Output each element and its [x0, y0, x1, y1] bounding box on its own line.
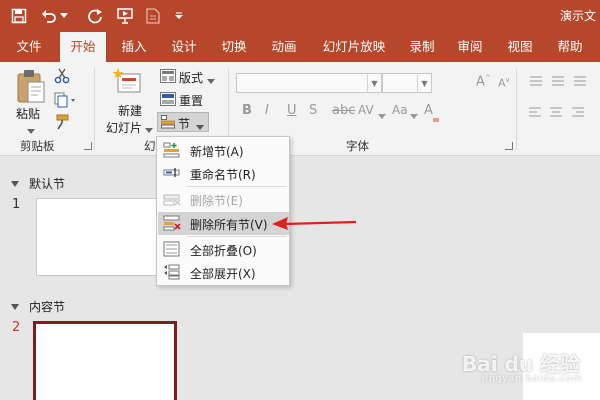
expand-all-icon [163, 264, 181, 280]
tab-animations[interactable]: 动画 [262, 32, 306, 62]
menu-item-expand-all[interactable]: 全部展开(X) [158, 261, 289, 284]
menu-item-label: 新增节(A) [190, 145, 244, 159]
tab-file[interactable]: 文件 [6, 32, 52, 62]
slide-number: 2 [12, 320, 21, 335]
menu-item-collapse-all[interactable]: 全部折叠(O) [158, 238, 289, 261]
italic-button[interactable]: I [265, 103, 269, 118]
shadow-button[interactable]: S [309, 103, 317, 118]
char-spacing-button[interactable]: AV [358, 103, 374, 117]
section-label: 节 [178, 117, 191, 131]
layout-dropdown-icon[interactable] [207, 74, 215, 84]
tab-transitions[interactable]: 切换 [212, 32, 256, 62]
tab-insert[interactable]: 插入 [112, 32, 156, 62]
menu-item-rename-section[interactable]: 重命名节(R) [158, 162, 289, 185]
strikethrough-icon[interactable]: abc [332, 103, 355, 118]
tab-record[interactable]: 录制 [400, 32, 444, 62]
annotation-arrow-icon [272, 217, 357, 230]
format-painter-icon[interactable] [54, 114, 70, 130]
char-spacing-dropdown-icon[interactable] [378, 109, 386, 119]
paste-dropdown-icon[interactable] [27, 124, 35, 134]
clipboard-launcher-icon[interactable] [84, 142, 92, 150]
font-group-label: 字体 [346, 139, 369, 153]
change-case-dropdown-icon[interactable] [410, 109, 418, 119]
undo-dropdown-icon[interactable] [58, 5, 70, 27]
tab-view[interactable]: 视图 [498, 32, 542, 62]
copy-icon[interactable] [54, 92, 76, 108]
font-size-combo[interactable]: ▼ [382, 73, 432, 93]
reset-icon[interactable] [160, 92, 176, 106]
new-slide-icon[interactable] [112, 66, 142, 98]
new-slide-label-2[interactable]: 幻灯片 [106, 119, 142, 136]
menu-item-label: 重命名节(R) [190, 168, 256, 182]
change-case-button[interactable]: Aa [392, 103, 408, 117]
tab-slideshow[interactable]: 幻灯片放映 [316, 32, 392, 62]
underline-button[interactable]: U [287, 103, 297, 118]
slide-thumbnail-selected[interactable] [33, 321, 177, 400]
align-buttons-icon[interactable] [528, 106, 594, 120]
section-dropdown-icon [196, 120, 204, 130]
slide-number: 1 [12, 197, 21, 212]
font-launcher-icon[interactable] [505, 142, 513, 150]
eraser-icon [432, 112, 440, 122]
add-section-icon [163, 142, 181, 158]
layout-icon[interactable] [160, 69, 176, 83]
section-icon [161, 115, 175, 129]
list-buttons-icon[interactable] [528, 74, 594, 88]
new-file-icon[interactable] [142, 5, 164, 27]
menu-item-label: 删除所有节(V) [190, 218, 268, 232]
tab-home[interactable]: 开始 [60, 32, 106, 62]
menu-separator [187, 236, 287, 237]
present-from-start-icon[interactable] [114, 5, 136, 27]
remove-all-sections-icon [163, 215, 181, 231]
menu-item-label: 全部折叠(O) [190, 244, 257, 258]
section-title-content[interactable]: 内容节 [29, 298, 65, 315]
bold-button[interactable]: B [242, 103, 252, 118]
ribbon-tab-bar: 文件 开始 插入 设计 切换 动画 幻灯片放映 录制 审阅 视图 帮助 [0, 32, 600, 62]
menu-item-label: 删除节(E) [190, 194, 243, 208]
clipboard-group-label: 剪贴板 [20, 139, 55, 153]
section-collapse-icon[interactable] [11, 304, 19, 310]
ribbon: 粘贴 剪贴板 新建 幻灯片 版式 重置 节 幻 ▼ ▼ A^ Av B I U … [0, 62, 600, 156]
reset-label[interactable]: 重置 [179, 92, 203, 109]
window-title: 演示文 [559, 9, 596, 23]
group-separator [94, 68, 95, 150]
slides-group-label: 幻 [144, 139, 156, 153]
grow-font-icon[interactable]: A^ [476, 74, 491, 89]
section-title-default[interactable]: 默认节 [29, 175, 65, 192]
menu-item-add-section[interactable]: 新增节(A) [158, 139, 289, 162]
new-slide-label-1[interactable]: 新建 [118, 102, 142, 119]
paste-icon[interactable] [16, 68, 46, 104]
undo-icon[interactable] [38, 5, 60, 27]
new-slide-dropdown-icon[interactable] [145, 123, 153, 133]
font-name-dropdown-icon[interactable]: ▼ [367, 74, 381, 92]
menu-item-label: 全部展开(X) [190, 267, 256, 281]
paste-label[interactable]: 粘贴 [16, 105, 40, 122]
font-name-combo[interactable]: ▼ [236, 73, 382, 93]
group-separator [516, 68, 517, 150]
section-button[interactable]: 节 [157, 112, 209, 132]
redo-icon[interactable] [84, 5, 106, 27]
title-bar: 演示文 [0, 0, 600, 32]
font-size-dropdown-icon[interactable]: ▼ [417, 74, 431, 92]
tab-review[interactable]: 审阅 [448, 32, 492, 62]
section-collapse-icon[interactable] [11, 181, 19, 187]
collapse-all-icon [163, 241, 181, 257]
shrink-font-icon[interactable]: Av [498, 76, 510, 90]
menu-separator [187, 186, 287, 187]
save-icon[interactable] [8, 5, 30, 27]
slide-thumbnail[interactable] [36, 198, 176, 276]
cut-icon[interactable] [54, 68, 70, 84]
watermark-subtext: jingyan.baidu.com [482, 374, 583, 384]
watermark: Bai du 经验 jingyan.baidu.com [462, 348, 592, 388]
customize-qat-icon[interactable] [172, 5, 186, 27]
section-dropdown-menu: 新增节(A) 重命名节(R) 删除节(E) 删除所有节(V) 全部折叠(O) 全… [156, 136, 290, 286]
remove-section-icon [163, 191, 181, 207]
watermark-text: Bai du 经验 [462, 352, 581, 376]
rename-section-icon [163, 165, 181, 181]
layout-label[interactable]: 版式 [179, 69, 203, 86]
tab-design[interactable]: 设计 [162, 32, 206, 62]
tab-help[interactable]: 帮助 [548, 32, 592, 62]
menu-item-remove-section[interactable]: 删除节(E) [158, 188, 289, 211]
